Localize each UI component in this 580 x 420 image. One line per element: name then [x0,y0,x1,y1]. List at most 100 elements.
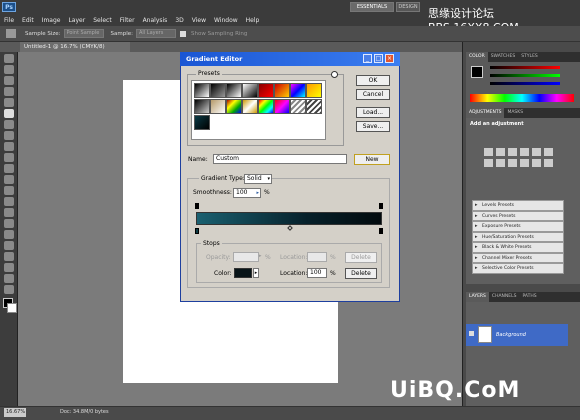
preset-swatch[interactable] [194,83,210,98]
menu-view[interactable]: View [192,17,206,24]
preset-swatch[interactable] [306,83,322,98]
color-stop-left[interactable] [195,228,199,234]
3d-orbit-tool-icon[interactable] [4,263,14,272]
menu-select[interactable]: Select [93,17,112,24]
menu-3d[interactable]: 3D [175,17,183,24]
document-tab[interactable]: Untitled-1 @ 16.7% (CMYK/8) [20,42,130,52]
tab-channels[interactable]: CHANNELS [489,292,520,302]
crop-tool-icon[interactable] [4,98,14,107]
levels-icon[interactable] [496,148,505,156]
tab-adjustments[interactable]: ADJUSTMENTS [466,108,505,118]
preset-swatch[interactable] [290,99,306,114]
zoom-level[interactable]: 16.67% [4,408,26,417]
preset-swatch[interactable] [258,83,274,98]
posterize-icon[interactable] [544,159,553,167]
tab-layers[interactable]: LAYERS [466,292,489,302]
color-spectrum[interactable] [470,94,574,102]
background-color-icon[interactable] [7,303,17,313]
preset-swatch[interactable] [194,99,210,114]
blue-slider[interactable] [490,82,560,85]
blur-tool-icon[interactable] [4,186,14,195]
cancel-button[interactable]: Cancel [356,89,390,100]
preset-selective-color[interactable]: Selective Color Presets [472,263,564,274]
workspace-design-button[interactable]: DESIGN [396,2,420,12]
curves-icon[interactable] [508,148,517,156]
stepper-arrow-icon[interactable]: ▸ [256,189,259,197]
preset-swatch[interactable] [306,99,322,114]
eraser-tool-icon[interactable] [4,164,14,173]
channel-mixer-icon[interactable] [520,159,529,167]
move-tool-icon[interactable] [4,54,14,63]
preset-swatch[interactable] [210,83,226,98]
layer-visibility-eye-icon[interactable] [469,331,474,336]
exposure-icon[interactable] [520,148,529,156]
eyedropper-icon[interactable] [6,29,16,38]
preset-channel-mixer[interactable]: Channel Mixer Presets [472,252,564,263]
menu-help[interactable]: Help [246,17,260,24]
save-button[interactable]: Save... [356,121,390,132]
hue-saturation-icon[interactable] [544,148,553,156]
menu-layer[interactable]: Layer [68,17,85,24]
brightness-icon[interactable] [484,148,493,156]
menu-image[interactable]: Image [42,17,61,24]
opacity-stop-left[interactable] [195,203,199,209]
type-tool-icon[interactable] [4,219,14,228]
new-button[interactable]: New [354,154,390,165]
preset-exposure[interactable]: Exposure Presets [472,221,564,232]
preset-hue-saturation[interactable]: Hue/Saturation Presets [472,231,564,242]
load-button[interactable]: Load... [356,107,390,118]
preset-swatch[interactable] [242,99,258,114]
menu-edit[interactable]: Edit [22,17,34,24]
stamp-tool-icon[interactable] [4,142,14,151]
preset-swatch[interactable] [226,83,242,98]
close-icon[interactable]: × [385,54,394,63]
preset-swatch[interactable] [242,83,258,98]
preset-swatch[interactable] [290,83,306,98]
healing-tool-icon[interactable] [4,120,14,129]
lasso-tool-icon[interactable] [4,76,14,85]
color-balance-icon[interactable] [484,159,493,167]
path-select-tool-icon[interactable] [4,230,14,239]
tab-paths[interactable]: PATHS [519,292,539,302]
brush-tool-icon[interactable] [4,131,14,140]
tab-swatches[interactable]: SWATCHES [488,52,519,62]
maximize-icon[interactable]: □ [374,54,383,63]
preset-swatch[interactable] [210,99,226,114]
smoothness-input[interactable]: 100 ▸ [233,188,261,198]
presets-menu-arrow-icon[interactable] [331,71,338,78]
tab-color[interactable]: COLOR [466,52,488,62]
gradient-type-select[interactable]: Solid ▾ [244,174,272,184]
menu-analysis[interactable]: Analysis [143,17,168,24]
hand-tool-icon[interactable] [4,274,14,283]
preset-black-white[interactable]: Black & White Presets [472,242,564,253]
pen-tool-icon[interactable] [4,208,14,217]
sample-size-select[interactable]: Point Sample [63,29,104,38]
gradient-ramp[interactable] [196,212,382,225]
sample-select[interactable]: All Layers [136,29,176,38]
color-menu-arrow-icon[interactable]: ▸ [253,268,259,278]
preset-swatch[interactable] [274,83,290,98]
gradient-tool-icon[interactable] [4,175,14,184]
preset-swatch[interactable] [194,115,210,130]
preset-curves[interactable]: Curves Presets [472,210,564,221]
menu-window[interactable]: Window [214,17,238,24]
dodge-tool-icon[interactable] [4,197,14,206]
preset-swatch[interactable] [274,99,290,114]
layer-name[interactable]: Background [496,332,526,338]
marquee-tool-icon[interactable] [4,65,14,74]
stop-color-swatch[interactable] [234,268,252,278]
eyedropper-tool-icon[interactable] [4,109,14,118]
name-input[interactable]: Custom [213,154,347,164]
color-stop-right[interactable] [379,228,383,234]
workspace-essentials-button[interactable]: ESSENTIALS [350,2,394,12]
red-slider[interactable] [490,66,560,69]
3d-rotate-tool-icon[interactable] [4,252,14,261]
quick-select-tool-icon[interactable] [4,87,14,96]
invert-icon[interactable] [532,159,541,167]
show-ring-checkbox[interactable] [180,30,186,37]
preset-swatch[interactable] [258,99,274,114]
preset-swatch[interactable] [226,99,242,114]
photo-filter-icon[interactable] [508,159,517,167]
tab-masks[interactable]: MASKS [504,108,526,118]
opacity-stop-right[interactable] [379,203,383,209]
